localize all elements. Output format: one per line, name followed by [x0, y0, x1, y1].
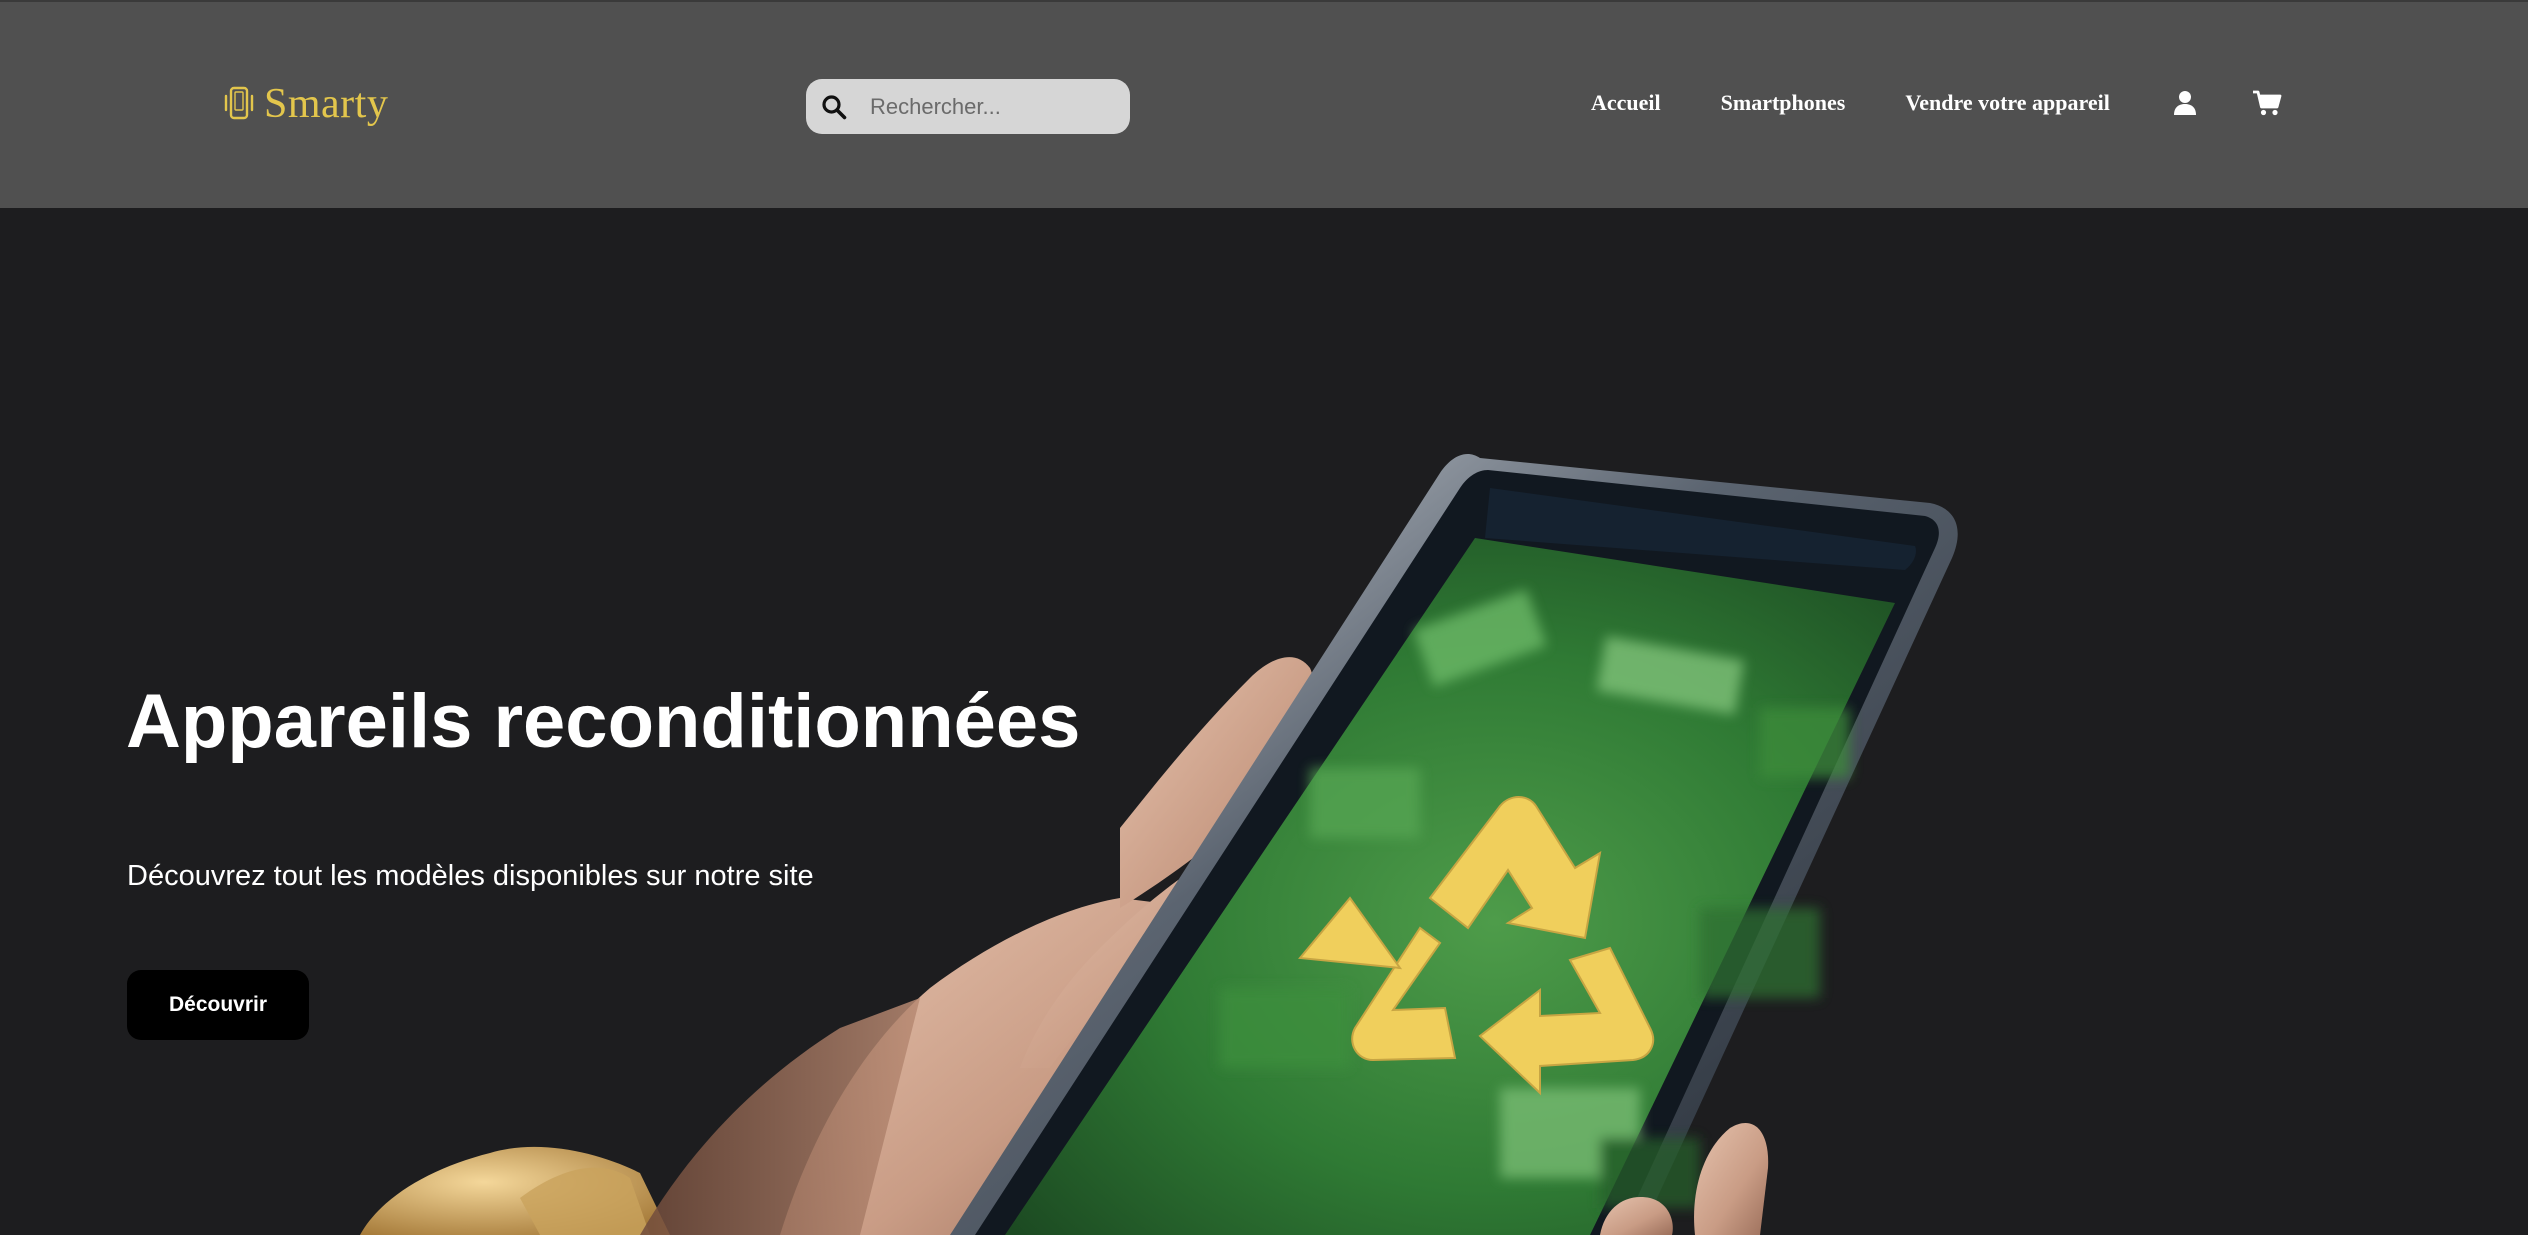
- nav-item-accueil[interactable]: Accueil: [1591, 90, 1661, 116]
- nav-item-smartphones[interactable]: Smartphones: [1721, 90, 1846, 116]
- brand-name: Smarty: [264, 81, 389, 127]
- nav-item-vendre-votre-appareil[interactable]: Vendre votre appareil: [1905, 90, 2110, 116]
- cart-icon[interactable]: [2252, 88, 2282, 118]
- discover-button[interactable]: Découvrir: [127, 970, 309, 1040]
- hero-section: Appareils reconditionnées Découvrez tout…: [0, 208, 2528, 1235]
- hero-subtitle: Découvrez tout les modèles disponibles s…: [127, 860, 814, 892]
- search-input[interactable]: [870, 86, 1110, 127]
- hero-title: Appareils reconditionnées: [126, 679, 1081, 764]
- brand-logo-link[interactable]: Smarty: [222, 80, 388, 128]
- user-icon[interactable]: [2170, 88, 2200, 118]
- top-navbar: Smarty Accueil Smartphones Vendre votre …: [0, 0, 2528, 208]
- search-bar: [806, 79, 1130, 134]
- phone-vibrate-icon: [224, 86, 254, 120]
- search-icon[interactable]: [806, 79, 862, 134]
- main-nav: Accueil Smartphones Vendre votre apparei…: [1591, 88, 2282, 118]
